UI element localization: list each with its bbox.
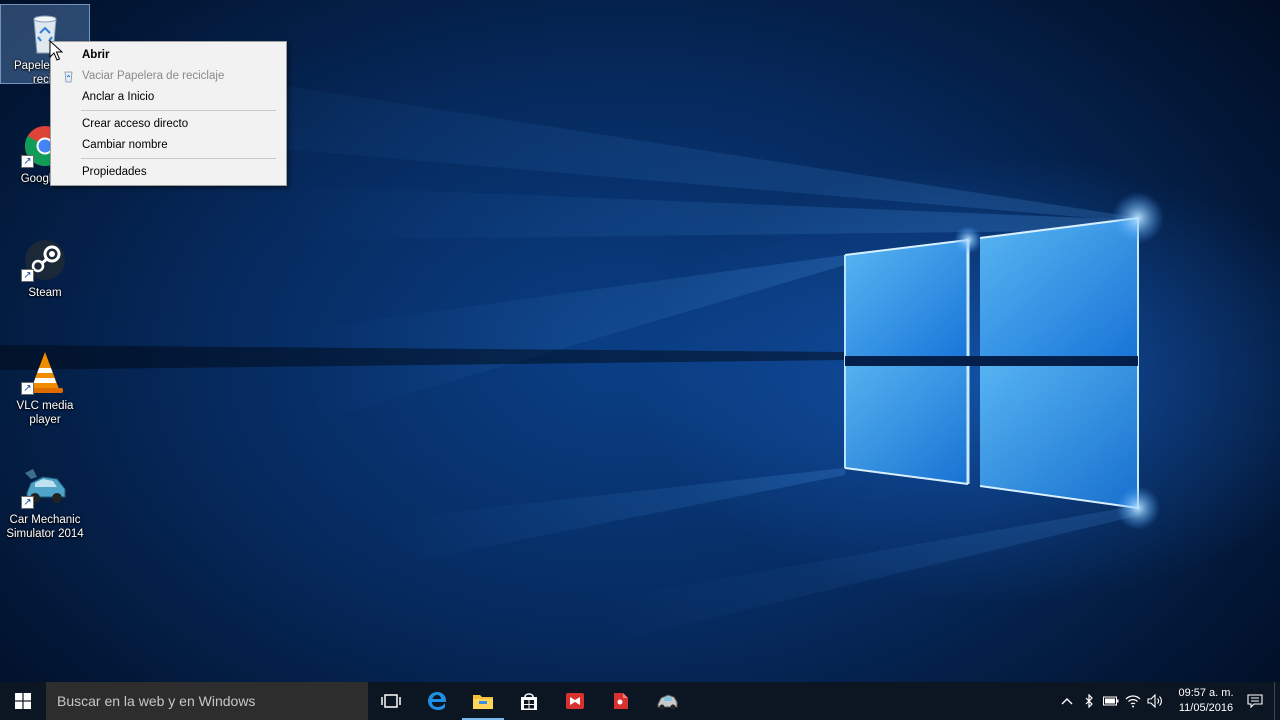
clock-date: 11/05/2016 (1178, 702, 1234, 714)
shortcut-arrow-icon: ↗ (21, 496, 34, 509)
battery-button[interactable] (1100, 682, 1122, 720)
menu-item-label: Crear acceso directo (82, 118, 189, 130)
red-app-button[interactable] (552, 682, 598, 720)
windows-logo-icon (15, 693, 31, 709)
recycle-bin-small-icon (62, 70, 75, 83)
red-app-icon (566, 693, 584, 709)
menu-item-label: Anclar a Inicio (82, 91, 155, 103)
car-mechanic-icon: ↗ (21, 463, 69, 511)
vlc-icon: ↗ (21, 349, 69, 397)
start-button[interactable] (0, 682, 46, 720)
menu-item-label: Propiedades (82, 166, 147, 178)
desktop-icon-label: Steam (28, 287, 62, 299)
desktop-icon-label: Car Mechanic Simulator 2014 (6, 514, 84, 540)
store-button[interactable] (506, 682, 552, 720)
notifications-icon (1247, 694, 1263, 708)
menu-item-label: Vaciar Papelera de reciclaje (82, 70, 225, 82)
battery-icon (1103, 696, 1119, 706)
show-hidden-icons-button[interactable] (1056, 682, 1078, 720)
menu-item-properties[interactable]: Propiedades (51, 162, 286, 183)
desktop-icon-label: VLC media player (16, 400, 74, 426)
task-view-button[interactable] (368, 682, 414, 720)
shortcut-arrow-icon: ↗ (21, 382, 34, 395)
clock-time: 09:57 a. m. (1178, 687, 1234, 699)
volume-button[interactable] (1144, 682, 1166, 720)
edge-icon (428, 692, 447, 710)
search-input[interactable]: Buscar en la web y en Windows (46, 682, 368, 720)
context-menu: Abrir Vaciar Papelera de reciclaje Ancla… (50, 41, 287, 186)
chevron-up-icon (1061, 698, 1073, 705)
action-center-button[interactable] (1240, 682, 1270, 720)
red-pin-app-icon (614, 693, 628, 709)
menu-item-rename[interactable]: Cambiar nombre (51, 135, 286, 156)
desktop-icon-steam[interactable]: ↗ Steam (0, 232, 90, 300)
red-pin-app-button[interactable] (598, 682, 644, 720)
menu-item-pin-to-start[interactable]: Anclar a Inicio (51, 87, 286, 108)
menu-item-create-shortcut[interactable]: Crear acceso directo (51, 114, 286, 135)
store-icon (521, 693, 537, 710)
volume-icon (1147, 694, 1162, 708)
clock[interactable]: 09:57 a. m. 11/05/2016 (1172, 686, 1240, 716)
car-mechanic-taskbar-button[interactable] (644, 682, 690, 720)
menu-separator (81, 110, 276, 111)
menu-item-empty-recycle-bin[interactable]: Vaciar Papelera de reciclaje (51, 66, 286, 87)
task-view-icon (381, 694, 401, 708)
show-desktop-button[interactable] (1274, 682, 1280, 720)
menu-item-label: Cambiar nombre (82, 139, 168, 151)
system-tray: 09:57 a. m. 11/05/2016 (1056, 682, 1280, 720)
menu-separator (81, 158, 276, 159)
wifi-button[interactable] (1122, 682, 1144, 720)
bluetooth-icon (1085, 694, 1093, 708)
mouse-cursor-icon (49, 40, 63, 61)
menu-item-label: Abrir (82, 49, 110, 61)
car-mechanic-taskbar-icon (657, 694, 678, 710)
bluetooth-button[interactable] (1078, 682, 1100, 720)
file-explorer-icon (473, 695, 493, 709)
shortcut-arrow-icon: ↗ (21, 155, 34, 168)
search-placeholder: Buscar en la web y en Windows (57, 693, 256, 709)
desktop-icon-car-mechanic[interactable]: ↗ Car Mechanic Simulator 2014 (0, 459, 90, 541)
wifi-icon (1125, 695, 1141, 708)
taskbar: Buscar en la web y en Windows 09:57 a. m… (0, 682, 1280, 720)
steam-icon: ↗ (21, 236, 69, 284)
edge-button[interactable] (414, 682, 460, 720)
shortcut-arrow-icon: ↗ (21, 269, 34, 282)
desktop-icon-vlc[interactable]: ↗ VLC media player (0, 345, 90, 427)
menu-item-open[interactable]: Abrir (51, 45, 286, 66)
file-explorer-button[interactable] (460, 682, 506, 720)
